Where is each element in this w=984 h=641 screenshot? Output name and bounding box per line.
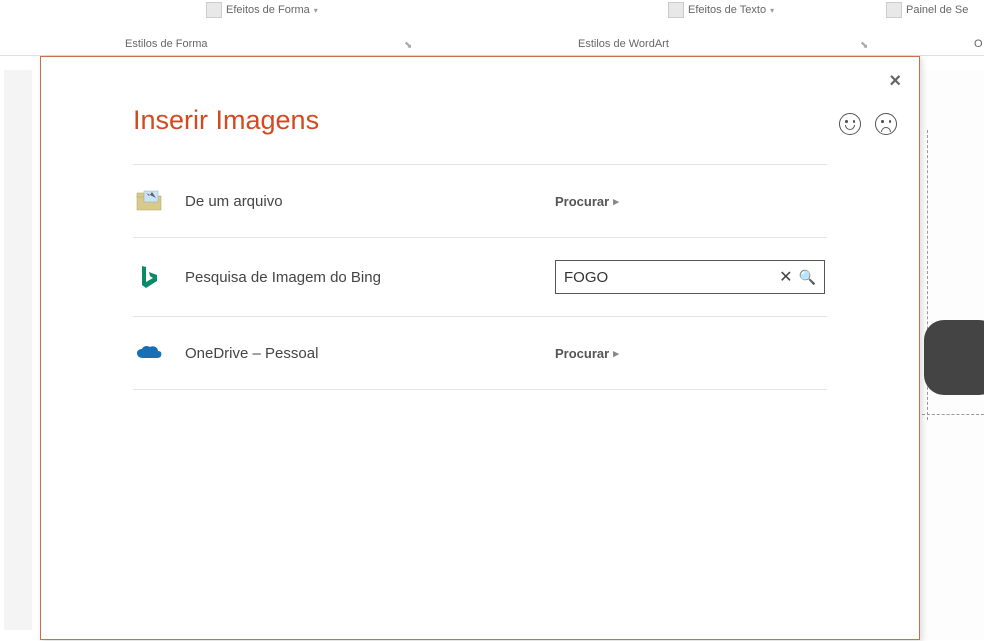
selection-pane-icon xyxy=(886,2,902,18)
wordart-styles-group-label: Estilos de WordArt xyxy=(578,38,669,50)
chevron-right-icon: ▸ xyxy=(613,347,619,360)
shape-effects-icon xyxy=(206,2,222,18)
shape-styles-group-label: Estilos de Forma xyxy=(125,38,208,50)
slide-canvas-left xyxy=(4,70,32,630)
feedback-smile-icon[interactable] xyxy=(839,113,861,135)
text-effects-button[interactable]: Efeitos de Texto ▾ xyxy=(668,2,774,18)
chevron-right-icon: ▸ xyxy=(613,195,619,208)
dropdown-arrow-icon: ▾ xyxy=(314,6,318,15)
text-effects-label: Efeitos de Texto xyxy=(688,4,766,16)
source-bing-label: Pesquisa de Imagem do Bing xyxy=(185,269,533,286)
text-effects-icon xyxy=(668,2,684,18)
dialog-launcher-icon[interactable]: ⬊ xyxy=(860,40,868,51)
file-folder-icon xyxy=(135,187,163,215)
ribbon-background: Efeitos de Forma ▾ Estilos de Forma ⬊ Ef… xyxy=(0,0,984,56)
source-row-bing: Pesquisa de Imagem do Bing ✕ 🔍 xyxy=(133,238,827,316)
arrange-group-partial: O xyxy=(974,38,983,50)
shape-effects-label: Efeitos de Forma xyxy=(226,4,310,16)
feedback-controls xyxy=(839,113,897,135)
bing-search-box[interactable]: ✕ 🔍 xyxy=(555,260,825,294)
selection-pane-button[interactable]: Painel de Se xyxy=(886,2,968,18)
dialog-title: Inserir Imagens xyxy=(133,105,827,136)
browse-file-text: Procurar xyxy=(555,194,609,209)
browse-onedrive-text: Procurar xyxy=(555,346,609,361)
dropdown-arrow-icon: ▾ xyxy=(770,6,774,15)
onedrive-cloud-icon xyxy=(135,339,163,367)
source-file-label: De um arquivo xyxy=(185,193,533,210)
divider xyxy=(133,389,827,390)
shape-effects-button[interactable]: Efeitos de Forma ▾ xyxy=(206,2,318,18)
selection-guide-horizontal xyxy=(922,414,984,415)
browse-file-link[interactable]: Procurar ▸ xyxy=(555,194,619,209)
selection-pane-label: Painel de Se xyxy=(906,4,968,16)
bing-search-input[interactable] xyxy=(564,269,775,286)
clear-search-icon[interactable]: ✕ xyxy=(775,267,796,287)
source-row-onedrive[interactable]: OneDrive – Pessoal Procurar ▸ xyxy=(133,317,827,389)
browse-onedrive-link[interactable]: Procurar ▸ xyxy=(555,346,619,361)
search-icon[interactable]: 🔍 xyxy=(797,269,818,286)
bing-logo-icon xyxy=(135,263,163,291)
close-button[interactable]: × xyxy=(889,71,901,91)
feedback-frown-icon[interactable] xyxy=(875,113,897,135)
dialog-launcher-icon[interactable]: ⬊ xyxy=(404,40,412,51)
source-onedrive-label: OneDrive – Pessoal xyxy=(185,345,533,362)
canvas-shape-rounded[interactable] xyxy=(924,320,984,395)
insert-images-dialog: × Inserir Imagens De um arquivo Procur xyxy=(40,56,920,640)
source-row-file[interactable]: De um arquivo Procurar ▸ xyxy=(133,165,827,237)
